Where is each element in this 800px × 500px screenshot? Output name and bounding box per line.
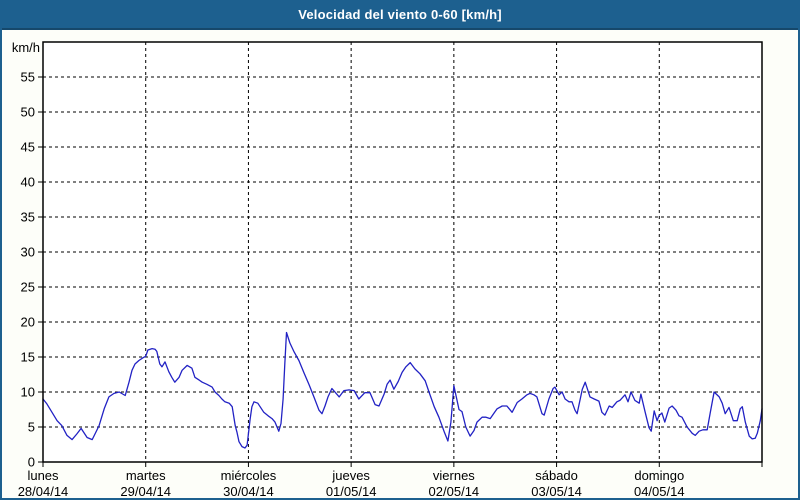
y-tick-label: 30 — [21, 245, 35, 260]
y-tick-label: 35 — [21, 210, 35, 225]
y-tick-label: 40 — [21, 175, 35, 190]
y-tick-label: 20 — [21, 315, 35, 330]
day-date-label: 03/05/14 — [531, 484, 582, 499]
day-name-label: miércoles — [221, 468, 277, 483]
y-axis-unit-label: km/h — [12, 40, 40, 55]
day-date-label: 02/05/14 — [429, 484, 480, 499]
day-date-label: 28/04/14 — [18, 484, 69, 499]
plot-background — [43, 42, 762, 462]
y-tick-label: 45 — [21, 140, 35, 155]
y-tick-label: 50 — [21, 105, 35, 120]
day-name-label: viernes — [433, 468, 475, 483]
y-tick-label: 25 — [21, 280, 35, 295]
y-tick-label: 10 — [21, 385, 35, 400]
y-tick-label: 5 — [28, 420, 35, 435]
y-tick-label: 15 — [21, 350, 35, 365]
day-name-label: domingo — [634, 468, 684, 483]
day-date-label: 30/04/14 — [223, 484, 274, 499]
day-date-label: 01/05/14 — [326, 484, 377, 499]
day-date-label: 29/04/14 — [120, 484, 171, 499]
wind-speed-chart: 0510152025303540455055km/hlunes28/04/14m… — [12, 40, 763, 499]
day-name-label: martes — [126, 468, 166, 483]
day-date-label: 04/05/14 — [634, 484, 685, 499]
day-name-label: sábado — [535, 468, 578, 483]
weather-chart-window: Velocidad del viento 0-60 [km/h] 0 5 10 15 2… — [0, 0, 800, 500]
day-name-label: lunes — [27, 468, 59, 483]
day-name-label: jueves — [331, 468, 370, 483]
y-tick-label: 55 — [21, 70, 35, 85]
